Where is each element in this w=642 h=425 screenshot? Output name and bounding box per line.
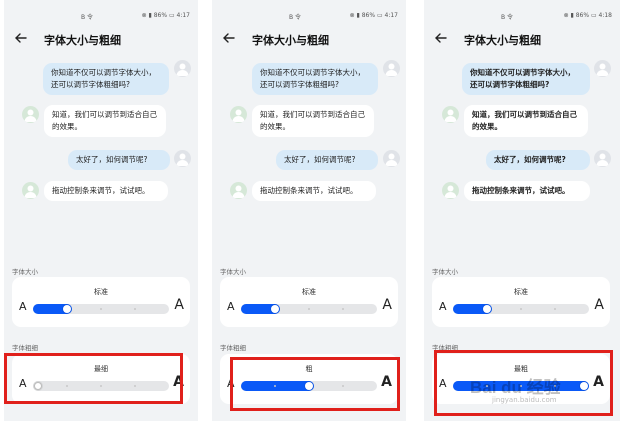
highlight-box	[4, 353, 183, 404]
font-size-level-label: 标准	[94, 288, 108, 296]
font-size-card: 标准 A A	[12, 277, 190, 327]
avatar-user-icon	[383, 150, 400, 167]
chat-message-received: 拖动控制条来调节，试试吧。	[252, 181, 376, 201]
chat-message-received: 知道，我们可以调节到适合自己的效果。	[252, 105, 374, 137]
status-info: ⊗ ▮ 86% ▭ 4:18	[563, 12, 612, 19]
avatar-user-icon	[174, 150, 191, 167]
status-bar: B 令 ⊗ ▮ 86% ▭ 4:18	[424, 12, 620, 22]
font-size-section-label: 字体大小	[12, 268, 38, 276]
chat-message-received: 拖动控制条来调节，试试吧。	[44, 181, 168, 201]
watermark: Bai du 经验 jingyan.baidu.com	[462, 370, 632, 410]
title-bar: 字体大小与粗细	[4, 30, 198, 48]
title-bar: 字体大小与粗细	[424, 30, 620, 48]
avatar-user-icon	[174, 60, 191, 77]
avatar-user-icon	[594, 60, 611, 77]
status-icons: B 令	[501, 14, 514, 21]
avatar-assistant-icon	[230, 182, 247, 199]
chat-message-received: 知道，我们可以调节到适合自己的效果。	[44, 105, 166, 137]
chat-message-sent: 太好了，如何调节呢?	[276, 150, 378, 170]
font-size-level-label: 标准	[514, 288, 528, 296]
slider-thumb[interactable]	[63, 305, 71, 313]
status-icons: B 令	[81, 14, 94, 21]
back-arrow-icon[interactable]	[222, 31, 236, 45]
font-size-card: 标准 A A	[432, 277, 610, 327]
small-a-icon: A	[227, 300, 235, 313]
chat-message-sent: 太好了，如何调节呢?	[68, 150, 170, 170]
status-info: ⊗ ▮ 86% ▭ 4:17	[349, 12, 398, 19]
status-info: ⊗ ▮ 86% ▭ 4:17	[141, 12, 190, 19]
status-icons: B 令	[289, 14, 302, 21]
font-size-slider[interactable]	[453, 304, 589, 314]
slider-tick	[134, 308, 136, 310]
slider-thumb[interactable]	[271, 305, 279, 313]
avatar-assistant-icon	[22, 182, 39, 199]
page-title: 字体大小与粗细	[44, 34, 121, 47]
chat-message-sent: 你知道不仅可以调节字体大小，还可以调节字体粗细吗?	[462, 63, 590, 95]
font-weight-section-label: 字体粗细	[12, 344, 38, 352]
font-size-card: 标准 A A	[220, 277, 398, 327]
font-weight-section-label: 字体粗细	[220, 344, 246, 352]
title-bar: 字体大小与粗细	[212, 30, 406, 48]
slider-tick	[342, 308, 344, 310]
avatar-assistant-icon	[442, 106, 459, 123]
chat-message-received: 知道，我们可以调节到适合自己的效果。	[464, 105, 588, 137]
font-size-slider[interactable]	[33, 304, 169, 314]
status-bar: B 令 ⊗ ▮ 86% ▭ 4:17	[212, 12, 406, 22]
page-title: 字体大小与粗细	[464, 34, 541, 47]
status-bar: B 令 ⊗ ▮ 86% ▭ 4:17	[4, 12, 198, 22]
slider-tick	[554, 308, 556, 310]
back-arrow-icon[interactable]	[14, 31, 28, 45]
highlight-box	[230, 357, 400, 411]
font-size-slider[interactable]	[241, 304, 377, 314]
small-a-icon: A	[19, 300, 27, 313]
back-arrow-icon[interactable]	[434, 31, 448, 45]
large-a-icon: A	[594, 297, 604, 313]
slider-tick	[520, 308, 522, 310]
chat-message-received: 拖动控制条来调节，试试吧。	[464, 181, 590, 201]
avatar-assistant-icon	[230, 106, 247, 123]
font-size-level-label: 标准	[302, 288, 316, 296]
font-size-section-label: 字体大小	[220, 268, 246, 276]
avatar-user-icon	[383, 60, 400, 77]
chat-message-sent: 你知道不仅可以调节字体大小，还可以调节字体粗细吗?	[252, 63, 378, 95]
watermark-url: jingyan.baidu.com	[492, 396, 557, 404]
page-title: 字体大小与粗细	[252, 34, 329, 47]
slider-tick	[100, 308, 102, 310]
chat-message-sent: 你知道不仅可以调节字体大小，还可以调节字体粗细吗?	[43, 63, 169, 95]
avatar-assistant-icon	[22, 106, 39, 123]
large-a-icon: A	[382, 297, 392, 313]
chat-message-sent: 太好了，如何调节呢?	[486, 150, 590, 170]
slider-thumb[interactable]	[483, 305, 491, 313]
font-size-section-label: 字体大小	[432, 268, 458, 276]
slider-tick	[308, 308, 310, 310]
small-a-icon: A	[439, 300, 447, 313]
watermark-logo: Bai du 经验	[470, 378, 561, 397]
avatar-user-icon	[594, 150, 611, 167]
large-a-icon: A	[174, 297, 184, 313]
avatar-assistant-icon	[442, 182, 459, 199]
